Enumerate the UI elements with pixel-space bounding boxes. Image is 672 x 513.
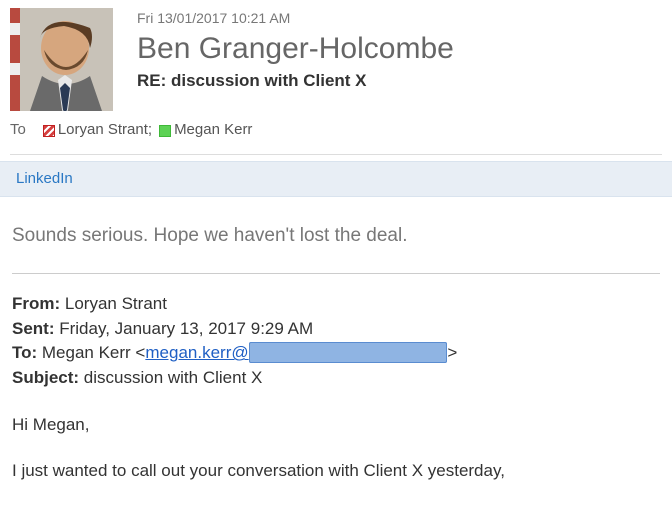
quoted-header: From: Loryan Strant Sent: Friday, Januar… (12, 292, 660, 391)
email-redacted-part: ████████████████ (249, 342, 448, 363)
quoted-subject-value: discussion with Client X (79, 368, 262, 387)
presence-busy-icon (43, 125, 55, 137)
quoted-from-label: From: (12, 294, 60, 313)
quoted-greeting: Hi Megan, (12, 413, 660, 438)
recipient-name[interactable]: Megan Kerr (174, 121, 252, 138)
email-visible-part: megan.kerr@ (145, 343, 248, 362)
quoted-from-row: From: Loryan Strant (12, 292, 660, 317)
sender-name[interactable]: Ben Granger-Holcombe (137, 32, 662, 65)
sender-avatar[interactable] (10, 8, 113, 111)
linkedin-link[interactable]: LinkedIn (16, 170, 73, 187)
quoted-body: Hi Megan, I just wanted to call out your… (12, 413, 660, 484)
header-divider (10, 154, 662, 155)
quoted-subject-row: Subject: discussion with Client X (12, 366, 660, 391)
recipients-row: To Loryan Strant; Megan Kerr (0, 111, 672, 148)
presence-available-icon (159, 125, 171, 137)
quoted-divider (12, 273, 660, 274)
quoted-to-email[interactable]: megan.kerr@████████████████ (145, 343, 447, 362)
email-view: Fri 13/01/2017 10:21 AM Ben Granger-Holc… (0, 0, 672, 484)
quoted-sent-label: Sent: (12, 319, 55, 338)
quoted-to-label: To: (12, 343, 37, 362)
body-lead-text: Sounds serious. Hope we haven't lost the… (12, 225, 660, 247)
quoted-to-prefix: Megan Kerr < (37, 343, 145, 362)
email-subject: RE: discussion with Client X (137, 71, 662, 91)
header-info: Fri 13/01/2017 10:21 AM Ben Granger-Holc… (137, 8, 662, 111)
addin-bar: LinkedIn (0, 161, 672, 197)
email-timestamp: Fri 13/01/2017 10:21 AM (137, 10, 662, 26)
to-label: To (10, 121, 26, 138)
quoted-to-suffix: > (447, 343, 457, 362)
email-header: Fri 13/01/2017 10:21 AM Ben Granger-Holc… (0, 8, 672, 111)
quoted-sent-row: Sent: Friday, January 13, 2017 9:29 AM (12, 317, 660, 342)
quoted-paragraph: I just wanted to call out your conversat… (12, 459, 660, 484)
quoted-subject-label: Subject: (12, 368, 79, 387)
recipient-name[interactable]: Loryan Strant; (58, 121, 152, 138)
email-body: Sounds serious. Hope we haven't lost the… (0, 197, 672, 484)
quoted-sent-value: Friday, January 13, 2017 9:29 AM (55, 319, 314, 338)
quoted-from-value: Loryan Strant (60, 294, 167, 313)
quoted-to-row: To: Megan Kerr <megan.kerr@█████████████… (12, 341, 660, 366)
